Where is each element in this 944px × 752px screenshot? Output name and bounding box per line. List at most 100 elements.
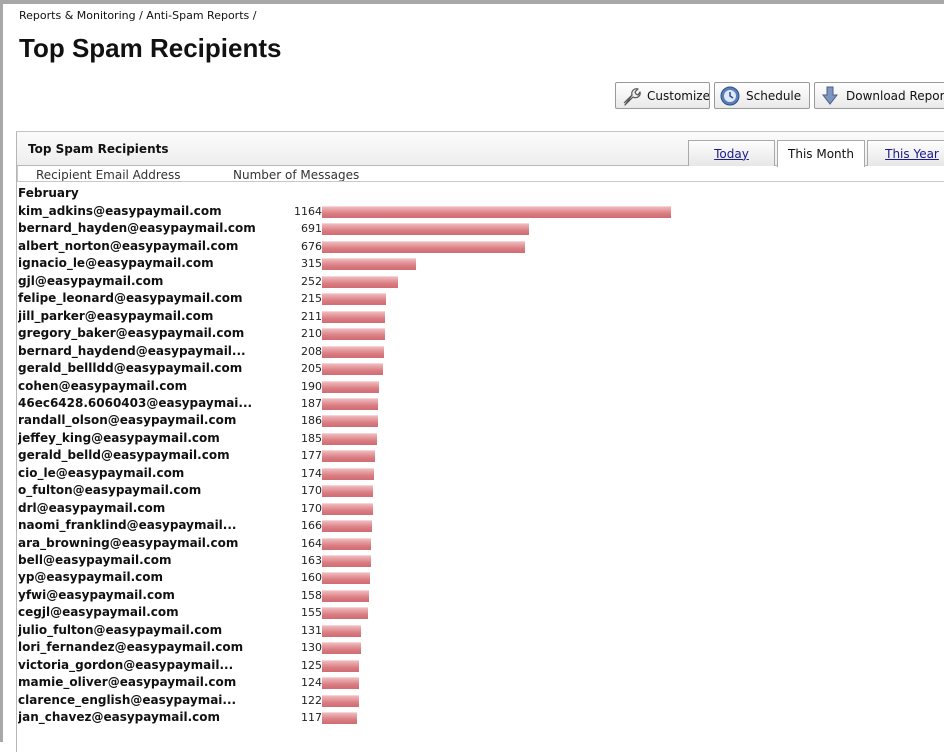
recipient-email: bernard_haydend@easypaymail... [18, 343, 246, 358]
recipient-email: lori_fernandez@easypaymail.com [18, 640, 244, 655]
recipient-email: o_fulton@easypaymail.com [18, 483, 202, 498]
message-count-bar [322, 624, 361, 637]
download-arrow-icon [818, 84, 842, 108]
message-count-bar [322, 589, 369, 602]
message-count: 185 [301, 431, 322, 445]
message-count-bar [322, 642, 361, 655]
recipient-email: clarence_english@easypaymai... [18, 692, 237, 707]
recipient-email: jill_parker@easypaymail.com [18, 308, 214, 323]
table-row: 46ec6428.6060403@easypaymai... 187 [18, 395, 718, 412]
table-row: bernard_haydend@easypaymail... 208 [18, 343, 718, 360]
table-row: cio_le@easypaymail.com 174 [18, 465, 718, 482]
recipient-email: yfwi@easypaymail.com [18, 587, 175, 602]
recipient-email: yp@easypaymail.com [18, 570, 164, 585]
recipient-email: ara_browning@easypaymail.com [18, 535, 239, 550]
message-count-bar [322, 450, 375, 463]
message-count: 190 [301, 379, 322, 393]
column-header-count[interactable]: Number of Messages [233, 168, 359, 182]
message-count: 187 [301, 396, 322, 410]
message-count-bar [322, 607, 368, 620]
recipient-email: gregory_baker@easypaymail.com [18, 326, 245, 341]
table-row: cegjl@easypaymail.com 155 [18, 604, 718, 621]
message-count-bar [322, 555, 371, 567]
recipient-email: cio_le@easypaymail.com [18, 465, 185, 480]
message-count-bar [322, 380, 379, 393]
message-count-bar [322, 502, 373, 515]
schedule-button[interactable]: Schedule [714, 82, 810, 109]
message-count-bar [322, 694, 359, 707]
breadcrumb: Reports & Monitoring / Anti-Spam Reports… [19, 9, 257, 22]
message-count-bar [322, 275, 398, 288]
table-row: julio_fulton@easypaymail.com 131 [18, 622, 718, 639]
clock-icon [718, 84, 742, 108]
table-row: cohen@easypaymail.com 190 [18, 378, 718, 395]
table-row: bernard_hayden@easypaymail.com 691 [18, 220, 718, 237]
table-row: lori_fernandez@easypaymail.com 130 [18, 639, 718, 656]
recipient-email: julio_fulton@easypaymail.com [18, 622, 223, 637]
message-count-bar [322, 677, 359, 690]
message-count: 211 [301, 309, 322, 323]
recipient-email: randall_olson@easypaymail.com [18, 413, 237, 428]
message-count-bar [322, 363, 383, 376]
column-header-email[interactable]: Recipient Email Address [36, 168, 180, 182]
recipient-email: bell@easypaymail.com [18, 553, 172, 567]
message-count: 208 [301, 344, 322, 358]
recipient-email: gerald_bellldd@easypaymail.com [18, 361, 243, 376]
message-count-bar [322, 432, 377, 445]
message-count: 160 [301, 571, 322, 585]
recipient-email: kim_adkins@easypaymail.com [18, 204, 222, 218]
message-count: 174 [301, 466, 322, 480]
customize-label: Customize [647, 88, 710, 103]
message-count: 186 [301, 414, 322, 428]
download-report-button[interactable]: Download Report [814, 82, 944, 109]
tab-today[interactable]: Today [688, 140, 775, 166]
message-count: 315 [301, 257, 322, 271]
tab-this-month-label: This Month [788, 147, 854, 161]
table-row: jan_chavez@easypaymail.com 117 [18, 709, 718, 726]
message-count: 691 [301, 222, 322, 236]
message-count: 170 [301, 501, 322, 515]
table-row: gjl@easypaymail.com 252 [18, 273, 718, 290]
table-row: felipe_leonard@easypaymail.com 215 [18, 290, 718, 307]
recipient-email: gjl@easypaymail.com [18, 273, 164, 288]
message-count: 124 [301, 676, 322, 690]
table-row: gregory_baker@easypaymail.com 210 [18, 325, 718, 342]
recipient-email: felipe_leonard@easypaymail.com [18, 291, 243, 306]
message-count-bar [322, 258, 416, 271]
recipient-email: victoria_gordon@easypaymail... [18, 657, 234, 672]
tab-today-label: Today [714, 146, 749, 161]
message-count: 1164 [294, 205, 322, 218]
customize-button[interactable]: Customize [615, 82, 710, 109]
recipient-email: cohen@easypaymail.com [18, 378, 188, 393]
message-count-bar [322, 310, 385, 323]
download-report-label: Download Report [846, 88, 944, 103]
message-count: 158 [301, 588, 322, 602]
table-row: kim_adkins@easypaymail.com 1164 [18, 203, 718, 220]
message-count-bar [322, 659, 359, 672]
tab-this-month[interactable]: This Month [777, 140, 865, 167]
table-row: victoria_gordon@easypaymail... 125 [18, 657, 718, 674]
message-count: 252 [301, 274, 322, 288]
message-count: 130 [301, 641, 322, 655]
recipient-email: ignacio_le@easypaymail.com [18, 256, 214, 271]
table-row: clarence_english@easypaymai... 122 [18, 692, 718, 709]
message-count: 122 [301, 693, 322, 707]
table-row: randall_olson@easypaymail.com 186 [18, 412, 718, 429]
message-count-bar [322, 223, 529, 236]
message-count: 676 [301, 239, 322, 253]
table-row: albert_norton@easypaymail.com 676 [18, 238, 718, 255]
table-row: yfwi@easypaymail.com 158 [18, 587, 718, 604]
tab-this-year[interactable]: This Year [867, 140, 944, 166]
table-row: mamie_oliver@easypaymail.com 124 [18, 674, 718, 691]
message-count-bar [322, 240, 525, 253]
panel-title: Top Spam Recipients [28, 142, 169, 156]
message-count-bar [322, 345, 384, 358]
recipient-email: bernard_hayden@easypaymail.com [18, 221, 256, 236]
message-count-bar [322, 485, 373, 498]
recipient-email: mamie_oliver@easypaymail.com [18, 675, 237, 690]
schedule-label: Schedule [746, 88, 802, 103]
table-row: bell@easypaymail.com 163 [18, 552, 718, 569]
column-header-rule [17, 181, 944, 182]
recipient-email: 46ec6428.6060403@easypaymai... [18, 395, 253, 410]
message-count: 125 [301, 658, 322, 672]
